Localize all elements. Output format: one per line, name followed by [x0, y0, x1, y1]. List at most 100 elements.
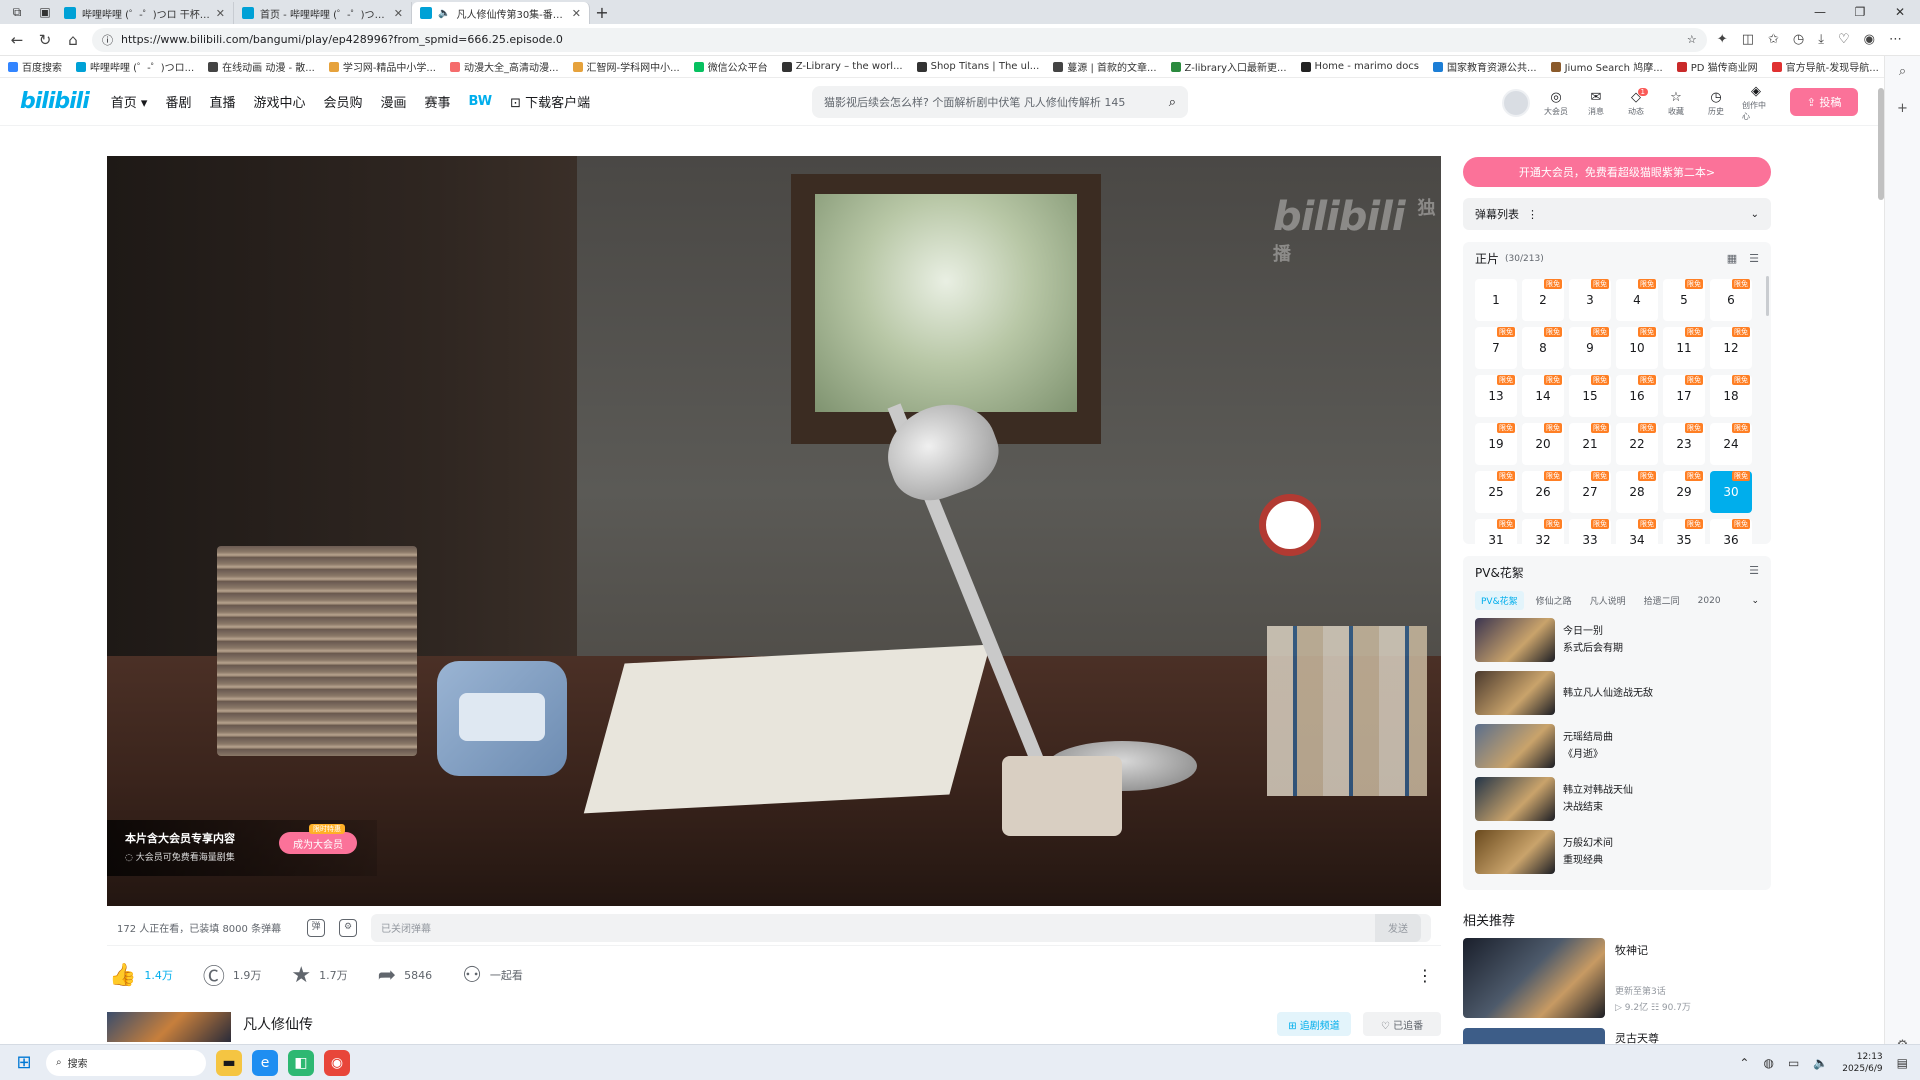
pv-thumbnail[interactable] — [1475, 618, 1555, 662]
bookmark-item[interactable]: Z-Library – the worl... — [781, 61, 903, 72]
episode-item[interactable]: 21 限免 — [1569, 423, 1611, 465]
followed-button[interactable]: ♡ 已追番 — [1363, 1012, 1441, 1036]
danmaku-list-toggle[interactable]: 弹幕列表 ⋮ ⌄ — [1463, 198, 1771, 230]
search-input[interactable]: 猫影视后续会怎么样? 个面解析剧中伏笔 凡人修仙传解析 145 ⌕ — [812, 86, 1188, 118]
episode-item[interactable]: 23 限免 — [1663, 423, 1705, 465]
workspace-icon[interactable]: ⧉ — [6, 1, 28, 23]
episode-scrollbar[interactable] — [1766, 276, 1769, 316]
browser-essentials-icon[interactable]: ♡ — [1838, 32, 1850, 47]
tray-chevron-up-icon[interactable]: ⌃ — [1739, 1056, 1749, 1070]
pv-item[interactable]: 韩立对韩战天仙 决战结束 — [1475, 777, 1759, 821]
tab-actions-icon[interactable]: ▣ — [34, 1, 56, 23]
bookmark-item[interactable]: 汇智网-学科网中小... — [572, 59, 680, 74]
extensions-icon[interactable]: ✦ — [1717, 32, 1728, 47]
volume-icon[interactable]: 🔈 — [1813, 1056, 1828, 1070]
bilibili-logo[interactable]: bilibili — [20, 89, 90, 114]
bookmark-item[interactable]: 动漫大全_高清动漫... — [449, 59, 559, 74]
close-tab-icon[interactable]: ✕ — [216, 7, 225, 20]
tray-app-icon[interactable]: ◍ — [1763, 1056, 1773, 1070]
download-icon[interactable]: ⤓ — [1818, 32, 1824, 47]
header-icon-favorites[interactable]: ☆ 收藏 — [1662, 90, 1690, 117]
audio-playing-icon[interactable]: 🔈 — [438, 8, 450, 19]
browser-menu-icon[interactable]: ⋯ — [1889, 32, 1902, 47]
pv-thumbnail[interactable] — [1475, 671, 1555, 715]
episode-item[interactable]: 22 限免 — [1616, 423, 1658, 465]
split-screen-icon[interactable]: ◫ — [1742, 32, 1754, 47]
pv-thumbnail[interactable] — [1475, 777, 1555, 821]
pv-tab[interactable]: PV&花絮 — [1475, 591, 1524, 610]
pv-thumbnail[interactable] — [1475, 830, 1555, 874]
episode-item[interactable]: 28 限免 — [1616, 471, 1658, 513]
pv-item[interactable]: 韩立凡人仙途战无敌 — [1475, 671, 1759, 715]
danmaku-send-button[interactable]: 发送 — [1375, 913, 1421, 942]
danmaku-settings-icon[interactable]: ⚙ — [339, 918, 357, 937]
notification-icon[interactable]: ▤ — [1897, 1056, 1908, 1070]
pv-tab[interactable]: 拾遗二同 — [1638, 591, 1686, 610]
episode-item[interactable]: 18 限免 — [1710, 375, 1752, 417]
danmaku-input[interactable]: 已关闭弹幕 发送 — [371, 913, 1431, 942]
episode-item[interactable]: 9 限免 — [1569, 327, 1611, 369]
episode-item[interactable]: 31 限免 — [1475, 519, 1517, 544]
taskbar-clock[interactable]: 12:13 2025/6/9 — [1842, 1051, 1882, 1075]
profile-icon[interactable]: ◉ — [1864, 32, 1875, 47]
taskbar-search[interactable]: ⌕ 搜索 — [46, 1049, 206, 1076]
episode-item[interactable]: 36 限免 — [1710, 519, 1752, 544]
episode-item[interactable]: 30 限免 — [1710, 471, 1752, 513]
nav-manga[interactable]: 漫画 — [381, 92, 407, 111]
browser-tab-1[interactable]: 哔哩哔哩 (゜-゜)つロ 干杯~-bilibili ✕ — [56, 2, 234, 24]
watch-together-button[interactable]: ⚇ 一起看 — [462, 963, 523, 988]
episode-item[interactable]: 19 限免 — [1475, 423, 1517, 465]
related-item[interactable]: 灵古天尊 — [1463, 1028, 1771, 1044]
episode-item[interactable]: 7 限免 — [1475, 327, 1517, 369]
bookmark-item[interactable]: Shop Titans | The ul... — [916, 61, 1039, 72]
nav-anime[interactable]: 番剧 — [165, 92, 191, 111]
episode-item[interactable]: 27 限免 — [1569, 471, 1611, 513]
episode-item[interactable]: 12 限免 — [1710, 327, 1752, 369]
chrome-browser-icon[interactable]: ◉ — [324, 1049, 350, 1076]
vip-promo-banner[interactable]: 开通大会员，免费看超级猫眼紫第二本> — [1463, 157, 1771, 187]
edge-browser-icon[interactable]: e — [252, 1049, 278, 1076]
close-window-icon[interactable]: ✕ — [1880, 5, 1920, 19]
windows-start-icon[interactable]: ⊞ — [12, 1052, 36, 1073]
episode-item[interactable]: 5 限免 — [1663, 279, 1705, 321]
episode-item[interactable]: 2 限免 — [1522, 279, 1564, 321]
bookmark-item[interactable]: 百度搜索 — [8, 59, 62, 74]
episode-item[interactable]: 13 限免 — [1475, 375, 1517, 417]
header-icon-vip[interactable]: ◎ 大会员 — [1542, 90, 1570, 117]
reload-icon[interactable]: ↻ — [36, 31, 54, 49]
back-icon[interactable]: ← — [8, 31, 26, 49]
episode-item[interactable]: 20 限免 — [1522, 423, 1564, 465]
episode-item[interactable]: 1 — [1475, 279, 1517, 321]
more-options-icon[interactable]: ⋮ — [1417, 966, 1433, 985]
pv-item[interactable]: 今日一别 系式后会有期 — [1475, 618, 1759, 662]
header-icon-dynamic[interactable]: 1 ◇ 动态 — [1622, 87, 1650, 117]
episode-item[interactable]: 4 限免 — [1616, 279, 1658, 321]
nav-mall[interactable]: 会员购 — [323, 92, 362, 111]
episode-item[interactable]: 24 限免 — [1710, 423, 1752, 465]
episode-item[interactable]: 26 限免 — [1522, 471, 1564, 513]
header-icon-history[interactable]: ◷ 历史 — [1702, 90, 1730, 117]
url-field[interactable]: ⓘ https://www.bilibili.com/bangumi/play/… — [92, 27, 1707, 52]
episode-item[interactable]: 33 限免 — [1569, 519, 1611, 544]
add-icon[interactable]: + — [1897, 101, 1908, 116]
sort-icon[interactable]: ☰ — [1749, 252, 1759, 265]
network-icon[interactable]: ▭ — [1788, 1056, 1799, 1070]
episode-item[interactable]: 11 限免 — [1663, 327, 1705, 369]
follow-channel-button[interactable]: ⊞ 追剧频道 — [1277, 1012, 1351, 1036]
related-thumbnail[interactable] — [1463, 1028, 1605, 1044]
bookmark-item[interactable]: PD 猫传商业网 — [1676, 59, 1758, 74]
close-tab-icon[interactable]: ✕ — [394, 7, 403, 20]
related-item[interactable]: 牧神记 更新至第3话 ▷ 9.2亿 ☷ 90.7万 — [1463, 938, 1771, 1018]
pv-tab[interactable]: 凡人说明 — [1584, 591, 1632, 610]
episode-item[interactable]: 3 限免 — [1569, 279, 1611, 321]
bookmark-item[interactable]: 学习网-精品中小学... — [328, 59, 436, 74]
upload-button[interactable]: ⇪ 投稿 — [1790, 88, 1858, 116]
pv-tab[interactable]: 修仙之路 — [1530, 591, 1578, 610]
favorites-icon[interactable]: ✩ — [1768, 32, 1779, 47]
episode-item[interactable]: 16 限免 — [1616, 375, 1658, 417]
series-cover[interactable] — [107, 1012, 231, 1042]
nav-esports[interactable]: 赛事 — [425, 92, 451, 111]
bookmark-item[interactable]: 哔哩哔哩 (゜-゜)つロ... — [76, 59, 194, 74]
episode-item[interactable]: 10 限免 — [1616, 327, 1658, 369]
pv-thumbnail[interactable] — [1475, 724, 1555, 768]
